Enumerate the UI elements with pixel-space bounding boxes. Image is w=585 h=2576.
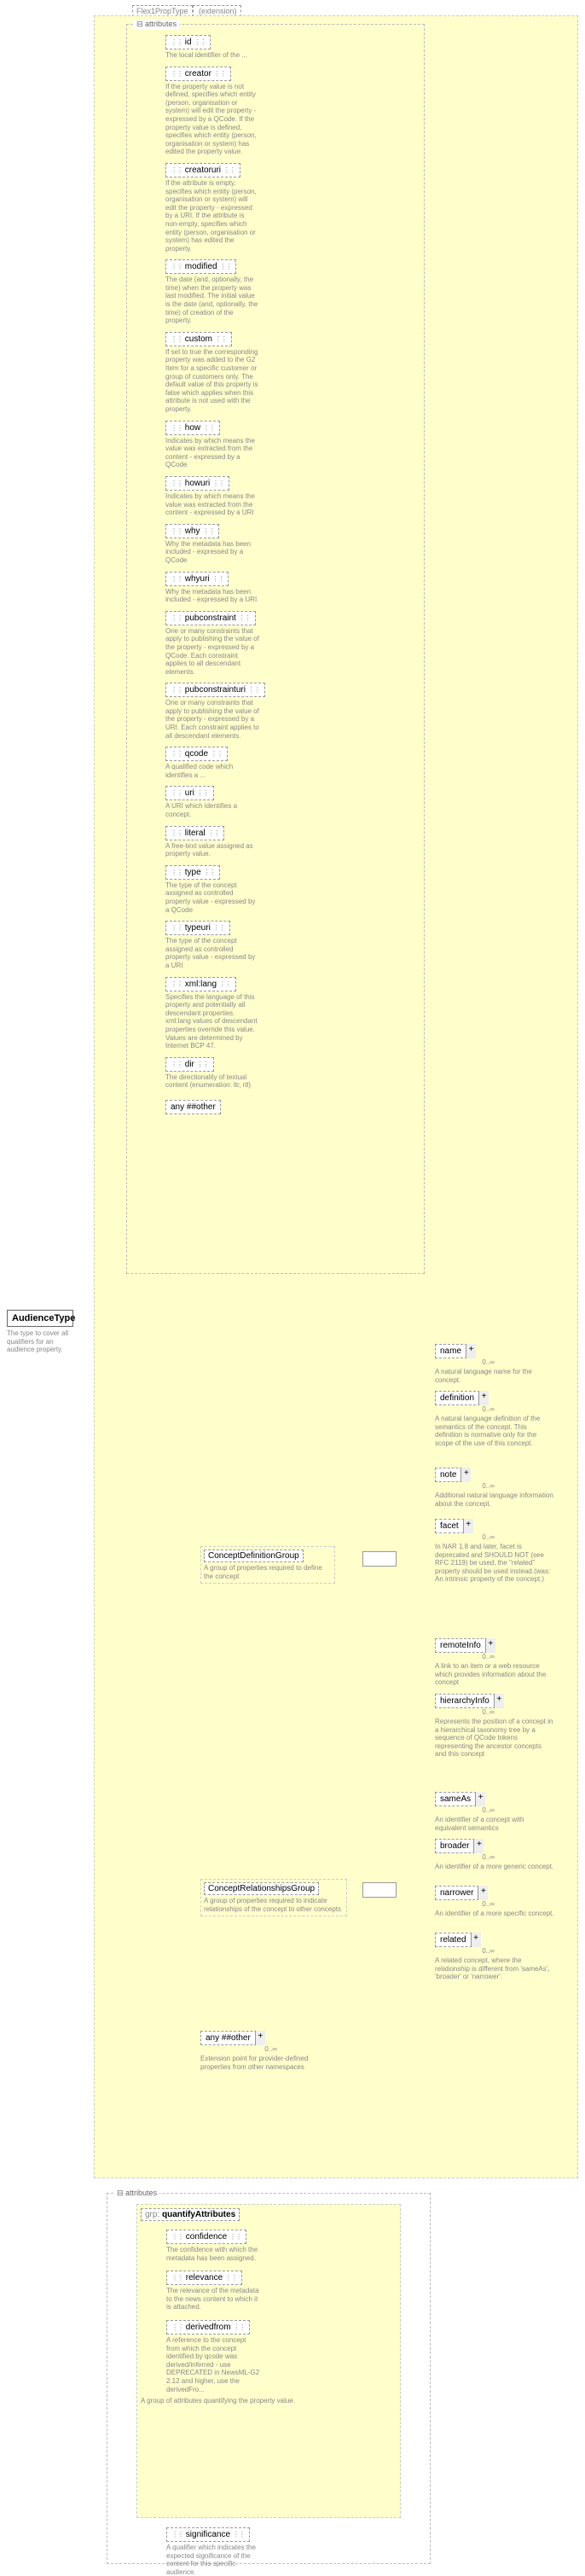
attr-confidence[interactable]: ⋮⋮ confidence ⋮⋮ [166, 2230, 246, 2244]
hierarchyInfo-element[interactable]: hierarchyInfo+ [435, 1694, 504, 1708]
audience-type-node[interactable]: AudienceType [7, 1310, 73, 1327]
attr-whyuri[interactable]: ⋮⋮ whyuri ⋮⋮ [165, 572, 229, 586]
any-other-attr[interactable]: any ##other [165, 1100, 221, 1114]
audience-type-desc: The type to cover all qualifiers for an … [7, 1329, 73, 1354]
note-element[interactable]: note+ [435, 1468, 471, 1482]
attr-xml-lang[interactable]: ⋮⋮ xml:lang ⋮⋮ [165, 977, 236, 991]
related-element[interactable]: related+ [435, 1933, 481, 1947]
name-element[interactable]: name+ [435, 1344, 476, 1358]
broader-element[interactable]: broader+ [435, 1839, 484, 1853]
attr-dir[interactable]: ⋮⋮ dir ⋮⋮ [165, 1057, 214, 1072]
any-other-extension[interactable]: any ##other+ 0..∞ Extension point for pr… [200, 2031, 311, 2071]
extension-label: Flex1PropType (extension) [132, 7, 241, 15]
sequence-cdg [362, 1551, 397, 1567]
attr-modified[interactable]: ⋮⋮ modified ⋮⋮ [165, 259, 236, 274]
significance-attr[interactable]: ⋮⋮ significance ⋮⋮ [166, 2527, 250, 2542]
attr-pubconstrainturi[interactable]: ⋮⋮ pubconstrainturi ⋮⋮ [165, 683, 265, 697]
definition-element[interactable]: definition+ [435, 1391, 489, 1405]
attr-pubconstraint[interactable]: ⋮⋮ pubconstraint ⋮⋮ [165, 611, 256, 625]
concept-definition-group[interactable]: ConceptDefinitionGroup A group of proper… [200, 1546, 335, 1584]
attr-type[interactable]: ⋮⋮ type ⋮⋮ [165, 865, 220, 880]
attr-why[interactable]: ⋮⋮ why ⋮⋮ [165, 524, 219, 538]
remoteInfo-element[interactable]: remoteInfo+ [435, 1638, 495, 1653]
facet-element[interactable]: facet+ [435, 1519, 473, 1533]
attr-creatoruri[interactable]: ⋮⋮ creatoruri ⋮⋮ [165, 163, 240, 177]
attr-id[interactable]: ⋮⋮ id ⋮⋮ [165, 35, 211, 49]
attr-literal[interactable]: ⋮⋮ literal ⋮⋮ [165, 826, 224, 840]
attr-how[interactable]: ⋮⋮ how ⋮⋮ [165, 421, 220, 435]
sameAs-element[interactable]: sameAs+ [435, 1792, 485, 1806]
attributes-block-1: ⊟ attributes ⋮⋮ id ⋮⋮The local identifie… [126, 24, 425, 1274]
attr-derivedfrom[interactable]: ⋮⋮ derivedfrom ⋮⋮ [166, 2320, 250, 2335]
attributes-label-2: ⊟ attributes [114, 2189, 159, 2198]
attr-custom[interactable]: ⋮⋮ custom ⋮⋮ [165, 332, 232, 346]
attr-creator[interactable]: ⋮⋮ creator ⋮⋮ [165, 67, 231, 81]
attr-howuri[interactable]: ⋮⋮ howuri ⋮⋮ [165, 476, 229, 491]
sequence-crg [362, 1882, 397, 1898]
concept-relationships-group[interactable]: ConceptRelationshipsGroup A group of pro… [200, 1879, 347, 1916]
attr-typeuri[interactable]: ⋮⋮ typeuri ⋮⋮ [165, 921, 230, 935]
attr-qcode[interactable]: ⋮⋮ qcode ⋮⋮ [165, 747, 228, 761]
attr-relevance[interactable]: ⋮⋮ relevance ⋮⋮ [166, 2271, 242, 2285]
attributes-label: ⊟ attributes [134, 20, 179, 29]
quantify-attributes-group[interactable]: grp: quantifyAttributes ⋮⋮ confidence ⋮⋮… [136, 2204, 401, 2518]
narrower-element[interactable]: narrower+ [435, 1886, 488, 1900]
attr-uri[interactable]: ⋮⋮ uri ⋮⋮ [165, 786, 214, 800]
